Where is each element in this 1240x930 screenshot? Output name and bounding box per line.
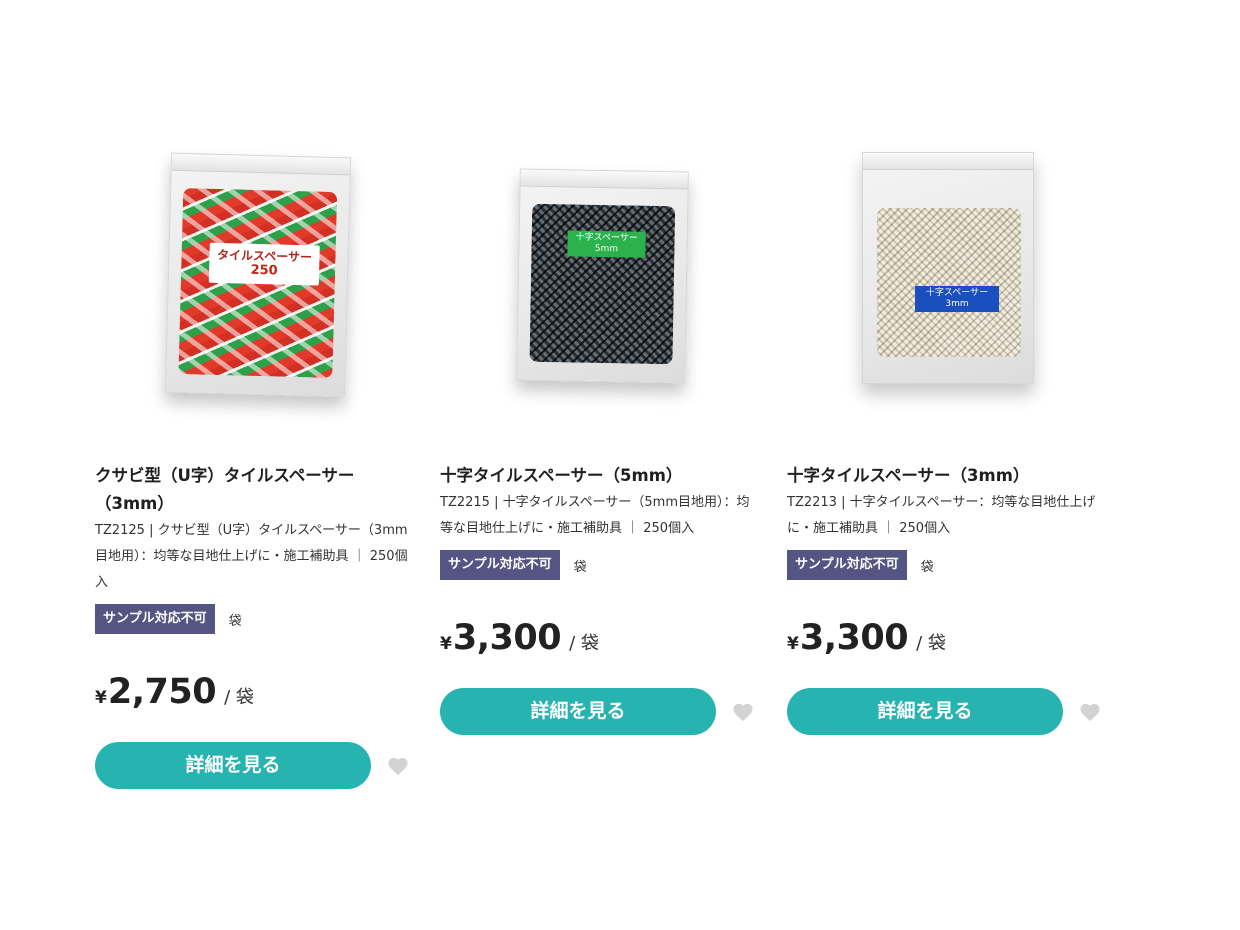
bag-contents	[877, 208, 1021, 357]
product-description: TZ2213 | 十字タイルスペーサー：均等な目地仕上げに・施工補助具 ｜ 25…	[787, 495, 1096, 536]
heart-icon[interactable]	[1079, 702, 1101, 722]
heart-icon[interactable]	[387, 756, 409, 776]
bag-label: タイルスペーサー 250	[208, 242, 320, 286]
bag-seal	[863, 153, 1033, 170]
bag-contents	[529, 203, 676, 365]
card-actions: 詳細を見る	[787, 688, 1107, 735]
sample-status-badge: サンプル対応不可	[95, 604, 215, 634]
bag-label-text: 十字スペーサー	[575, 232, 638, 244]
card-actions: 詳細を見る	[95, 742, 415, 789]
product-card[interactable]: タイルスペーサー 250 クサビ型（U字）タイルスペーサー（3mm） TZ212…	[95, 120, 415, 789]
product-image[interactable]: 十字スペーサー 5mm	[440, 120, 760, 430]
bag-label-text: 十字スペーサー	[925, 288, 989, 298]
sample-status-badge: サンプル対応不可	[787, 550, 907, 580]
view-details-button[interactable]: 詳細を見る	[440, 688, 716, 735]
product-bag-photo: 十字スペーサー 5mm	[516, 168, 689, 384]
bag-label-size: 3mm	[945, 298, 969, 309]
view-details-button[interactable]: 詳細を見る	[787, 688, 1063, 735]
heart-icon[interactable]	[732, 702, 754, 722]
unit-tag: 袋	[573, 559, 587, 575]
bag-seal	[171, 153, 351, 176]
price-per-unit: / 袋	[224, 687, 254, 708]
price-amount: 3,300	[799, 618, 909, 658]
price: ¥ 3,300 / 袋	[787, 618, 1107, 666]
product-image[interactable]: タイルスペーサー 250	[95, 120, 415, 430]
bag-label-size: 5mm	[594, 243, 619, 255]
product-image[interactable]: 十字スペーサー 3mm	[787, 120, 1107, 430]
price-currency: ¥	[787, 634, 799, 654]
bag-seal	[520, 169, 688, 190]
product-title[interactable]: 十字タイルスペーサー（5mm）	[440, 462, 760, 490]
sample-status-badge: サンプル対応不可	[440, 550, 560, 580]
product-title[interactable]: クサビ型（U字）タイルスペーサー（3mm）	[95, 462, 415, 518]
product-bag-photo: 十字スペーサー 3mm	[862, 152, 1034, 384]
price-currency: ¥	[95, 688, 107, 708]
view-details-button[interactable]: 詳細を見る	[95, 742, 371, 789]
product-description: TZ2125 | クサビ型（U字）タイルスペーサー（3mm目地用）：均等な目地仕…	[95, 523, 408, 590]
product-card[interactable]: 十字スペーサー 5mm 十字タイルスペーサー（5mm） TZ2215 | 十字タ…	[440, 120, 760, 735]
price-per-unit: / 袋	[916, 633, 946, 654]
bag-label: 十字スペーサー 3mm	[915, 286, 999, 312]
badge-row: サンプル対応不可 袋	[440, 548, 760, 582]
unit-tag: 袋	[920, 559, 934, 575]
bag-label-count: 250	[250, 263, 278, 279]
badge-row: サンプル対応不可 袋	[787, 548, 1107, 582]
card-actions: 詳細を見る	[440, 688, 760, 735]
price-per-unit: / 袋	[569, 633, 599, 654]
bag-label: 十字スペーサー 5mm	[567, 230, 646, 258]
product-card[interactable]: 十字スペーサー 3mm 十字タイルスペーサー（3mm） TZ2213 | 十字タ…	[787, 120, 1107, 735]
price-currency: ¥	[440, 634, 452, 654]
product-description: TZ2215 | 十字タイルスペーサー（5mm目地用）：均等な目地仕上げに・施工…	[440, 495, 750, 536]
product-bag-photo: タイルスペーサー 250	[164, 152, 352, 398]
price-amount: 2,750	[107, 672, 217, 712]
product-title[interactable]: 十字タイルスペーサー（3mm）	[787, 462, 1107, 490]
unit-tag: 袋	[228, 613, 242, 629]
price: ¥ 2,750 / 袋	[95, 672, 415, 720]
badge-row: サンプル対応不可 袋	[95, 602, 415, 636]
price-amount: 3,300	[452, 618, 562, 658]
price: ¥ 3,300 / 袋	[440, 618, 760, 666]
